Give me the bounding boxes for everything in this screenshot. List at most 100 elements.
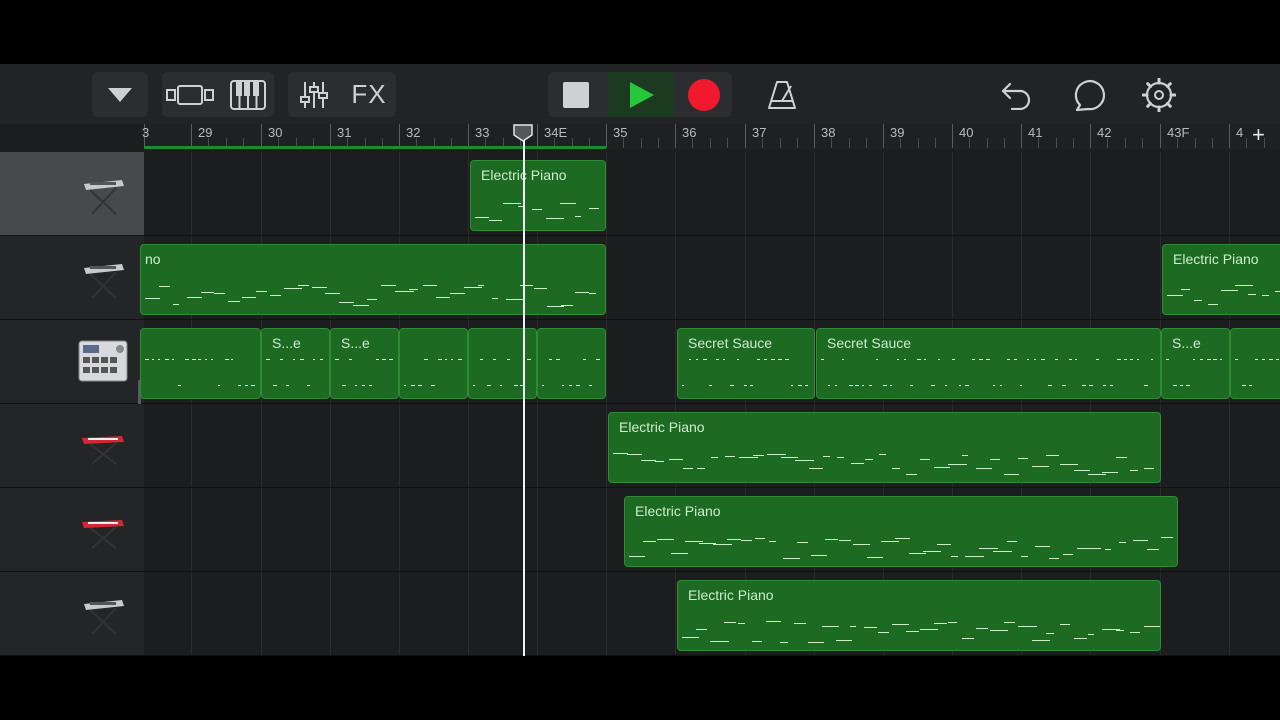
- drum-region[interactable]: [537, 328, 606, 399]
- ruler-tick: [900, 138, 902, 148]
- note-mark: [266, 359, 270, 360]
- track-header-6[interactable]: [0, 572, 144, 656]
- undo-button[interactable]: [988, 72, 1044, 117]
- midi-region[interactable]: no: [140, 244, 606, 315]
- note-mark: [589, 293, 597, 294]
- drum-region[interactable]: S...e: [1161, 328, 1230, 399]
- note-mark: [696, 629, 707, 630]
- bar-gridline: [883, 236, 884, 319]
- tracks-view-icon: [166, 84, 214, 105]
- midi-region[interactable]: Electric Piano: [470, 160, 606, 231]
- bar-number: 35: [613, 125, 628, 140]
- timeline-ruler[interactable]: 3 29 30 31 32 33 34E 35 36 37 38 39 40 4…: [142, 122, 1280, 150]
- midi-region[interactable]: Electric Piano: [677, 580, 1161, 651]
- track-lane-3[interactable]: S...e S...e Secret Sauce Secret Sauce S.…: [140, 320, 1280, 404]
- track-header-5[interactable]: [0, 488, 144, 572]
- track-header-3[interactable]: [0, 320, 144, 406]
- note-mark: [909, 553, 926, 554]
- region-label: S...e: [341, 335, 370, 351]
- note-mark: [841, 359, 844, 360]
- mixer-button[interactable]: [288, 72, 340, 117]
- keyboard-button[interactable]: [222, 72, 274, 117]
- bar-gridline: [1229, 152, 1230, 235]
- bar-gridline: [1229, 572, 1230, 655]
- ruler-tick: [762, 138, 764, 148]
- loop-button[interactable]: [1060, 72, 1116, 117]
- track-header-2[interactable]: [0, 236, 144, 320]
- track-header-4[interactable]: [0, 404, 144, 488]
- note-mark: [855, 385, 860, 386]
- toolbar: FX: [0, 64, 1280, 124]
- note-mark: [1172, 385, 1177, 386]
- note-mark: [151, 359, 154, 360]
- fx-button[interactable]: FX: [342, 72, 396, 117]
- midi-region[interactable]: Electric Piano: [624, 496, 1178, 567]
- track-header-1[interactable]: [0, 152, 144, 236]
- add-section-button[interactable]: +: [1252, 122, 1265, 148]
- note-mark: [962, 455, 969, 456]
- note-mark: [1130, 632, 1140, 633]
- bar-gridline: [261, 572, 262, 655]
- note-mark: [1013, 359, 1017, 360]
- track-lane-6[interactable]: Electric Piano: [144, 572, 1280, 656]
- bar-number: 29: [198, 125, 213, 140]
- track-lane-5[interactable]: Electric Piano: [144, 488, 1280, 572]
- note-mark: [204, 359, 207, 360]
- note-mark: [367, 299, 378, 300]
- playhead-line[interactable]: [523, 134, 525, 656]
- record-button[interactable]: [676, 72, 732, 117]
- note-mark: [479, 359, 483, 360]
- note-mark: [896, 359, 899, 360]
- note-mark: [394, 291, 414, 292]
- note-mark: [808, 642, 824, 643]
- drum-region[interactable]: S...e: [330, 328, 399, 399]
- note-mark: [339, 302, 355, 303]
- play-button[interactable]: [608, 72, 674, 117]
- ruler-tick: [1211, 138, 1213, 148]
- note-mark: [741, 540, 752, 541]
- note-mark: [862, 385, 865, 386]
- bar-number: 34E: [544, 125, 568, 140]
- cycle-region-bar[interactable]: [144, 146, 606, 149]
- note-mark: [464, 287, 483, 288]
- note-mark: [451, 359, 454, 360]
- track-lane-2[interactable]: no Electric Piano: [140, 236, 1280, 320]
- tracks-view-button[interactable]: [162, 72, 218, 117]
- settings-button[interactable]: [1131, 72, 1187, 117]
- drum-region[interactable]: [140, 328, 261, 399]
- drum-region[interactable]: Secret Sauce: [816, 328, 1161, 399]
- midi-region[interactable]: Electric Piano: [608, 412, 1161, 483]
- note-mark: [475, 217, 489, 218]
- drum-region[interactable]: Secret Sauce: [677, 328, 815, 399]
- note-mark: [688, 359, 691, 360]
- note-mark: [404, 385, 406, 386]
- track-lane-1[interactable]: Electric Piano: [144, 152, 1280, 236]
- drum-region[interactable]: S...e: [261, 328, 330, 399]
- note-mark: [1018, 458, 1029, 459]
- note-mark: [238, 385, 242, 386]
- note-mark: [486, 385, 491, 386]
- drum-region[interactable]: [399, 328, 468, 399]
- ruler-tick: [692, 138, 694, 148]
- dropdown-button[interactable]: [92, 72, 148, 117]
- stop-button[interactable]: [548, 72, 604, 117]
- note-mark: [1133, 540, 1148, 541]
- region-label: S...e: [272, 335, 301, 351]
- note-mark: [986, 359, 991, 360]
- note-mark: [389, 359, 394, 360]
- note-mark: [218, 385, 221, 386]
- playhead-handle[interactable]: [513, 124, 533, 142]
- view-group: [162, 72, 274, 117]
- track-lane-4[interactable]: Electric Piano: [144, 404, 1280, 488]
- bar-gridline: [675, 572, 676, 655]
- note-mark: [769, 541, 776, 542]
- note-mark: [923, 551, 941, 552]
- metronome-button[interactable]: [754, 72, 810, 117]
- bar-gridline: [814, 236, 815, 319]
- note-mark: [560, 203, 577, 204]
- drum-region[interactable]: [1230, 328, 1280, 399]
- midi-region[interactable]: Electric Piano: [1162, 244, 1280, 315]
- note-mark: [158, 286, 170, 287]
- drum-region[interactable]: [468, 328, 537, 399]
- note-mark: [1049, 558, 1059, 559]
